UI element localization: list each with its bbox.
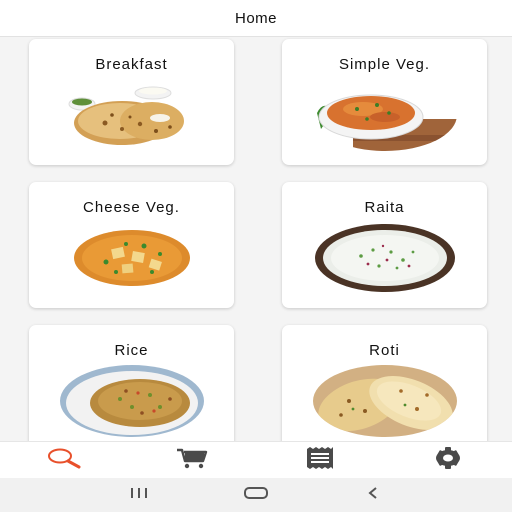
category-title: Cheese Veg. (83, 199, 180, 216)
category-title: Simple Veg. (338, 56, 431, 73)
home-button[interactable] (241, 483, 271, 507)
category-card-raita[interactable]: Raita (282, 182, 487, 308)
category-card-roti[interactable]: Roti (282, 325, 487, 441)
roti-food-image (312, 365, 457, 437)
app-screen: Home Breakfast Simple Veg. Cheese Veg. R… (0, 0, 512, 512)
nav-settings-button[interactable] (428, 445, 468, 475)
simple-veg-food-image (312, 79, 457, 151)
system-navigation-bar (0, 478, 512, 512)
recents-button[interactable] (124, 483, 154, 507)
cart-icon (175, 447, 209, 474)
page-title: Home (234, 9, 277, 27)
search-icon (46, 447, 82, 474)
category-card-cheese-veg[interactable]: Cheese Veg. (29, 182, 234, 308)
top-app-bar: Home (0, 0, 512, 37)
gear-icon (431, 446, 465, 474)
category-title: Breakfast (95, 56, 168, 73)
nav-search-button[interactable] (44, 445, 84, 475)
bottom-navigation-bar (0, 441, 512, 478)
recents-icon (128, 486, 150, 505)
raita-food-image (312, 222, 457, 294)
back-button[interactable] (358, 483, 388, 507)
category-card-breakfast[interactable]: Breakfast (29, 39, 234, 165)
category-title: Roti (369, 342, 400, 359)
receipt-icon (305, 446, 335, 474)
category-title: Raita (364, 199, 405, 216)
cheese-veg-food-image (59, 222, 204, 294)
category-title: Rice (114, 342, 149, 359)
back-icon (365, 486, 381, 505)
category-grid[interactable]: Breakfast Simple Veg. Cheese Veg. Raita … (0, 37, 512, 441)
rice-food-image (59, 365, 204, 437)
category-card-simple-veg[interactable]: Simple Veg. (282, 39, 487, 165)
home-icon (243, 486, 269, 505)
breakfast-food-image (59, 79, 204, 151)
nav-cart-button[interactable] (172, 445, 212, 475)
category-card-rice[interactable]: Rice (29, 325, 234, 441)
nav-orders-button[interactable] (300, 445, 340, 475)
